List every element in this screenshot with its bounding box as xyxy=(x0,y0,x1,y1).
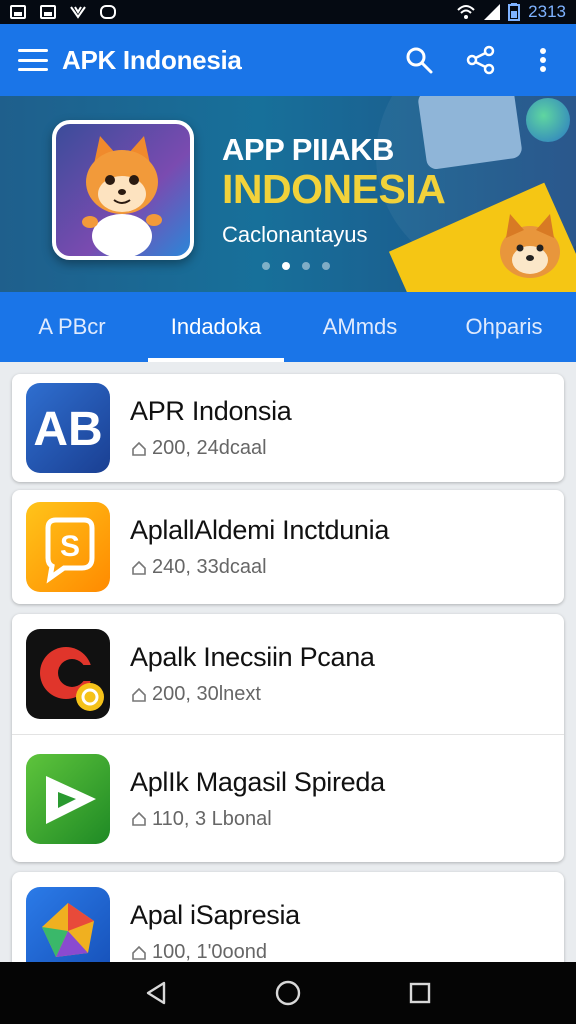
c-app-icon xyxy=(26,629,110,719)
banner-dot[interactable] xyxy=(302,262,310,270)
dog-illustration xyxy=(500,214,560,278)
svg-text:S: S xyxy=(60,530,80,563)
app-name: Apal iSapresia xyxy=(130,900,300,930)
app-meta: 110, 3 Lbonal xyxy=(130,808,385,831)
system-nav-bar xyxy=(0,962,576,1024)
download-count-icon xyxy=(132,560,146,575)
banner-dot[interactable] xyxy=(262,262,270,270)
app-list-item[interactable]: Apalk Inecsiin Pcana 200, 30lnext xyxy=(12,614,564,734)
app-meta: 100, 1'0oond xyxy=(130,941,300,964)
home-button[interactable] xyxy=(270,975,306,1011)
app-meta-text: 240, 33dcaal xyxy=(152,556,267,578)
app-name: APR Indonsia xyxy=(130,396,292,426)
dollar-app-icon: S xyxy=(26,502,110,592)
app-bar-actions xyxy=(404,45,558,75)
recents-icon xyxy=(409,982,431,1004)
app-meta-text: 110, 3 Lbonal xyxy=(152,807,272,830)
status-system-icons: 2313 xyxy=(456,2,566,22)
banner-headline: APP PIIAKB xyxy=(222,132,394,167)
promo-banner[interactable]: APP PIIAKB INDONESIA Caclonantayus xyxy=(0,96,576,292)
app-name: AplIk Magasil Spireda xyxy=(130,766,385,797)
notification-icon xyxy=(70,6,86,19)
tab-indadoka[interactable]: Indadoka xyxy=(144,292,288,362)
category-tabs: A PBcr Indadoka AMmds Ohparis xyxy=(0,292,576,362)
status-time: 2313 xyxy=(528,2,566,21)
back-icon xyxy=(146,981,166,1005)
app-meta-text: 200, 24dcaal xyxy=(152,437,267,459)
app-card: Apalk Inecsiin Pcana 200, 30lnext AplIk … xyxy=(12,614,564,862)
banner-map-illustration xyxy=(417,96,523,171)
app-bar: APK Indonesia xyxy=(0,24,576,96)
download-count-icon xyxy=(132,945,146,960)
banner-highlight: INDONESIA xyxy=(222,166,446,212)
app-name: Apalk Inecsiin Pcana xyxy=(130,642,375,672)
app-list-item[interactable]: AB APR Indonsia 200, 24dcaal xyxy=(12,374,564,482)
app-list-item[interactable]: AplIk Magasil Spireda 110, 3 Lbonal xyxy=(12,734,564,862)
app-card: S AplallAldemi Inctdunia 240, 33dcaal xyxy=(12,490,564,604)
signal-icon xyxy=(484,4,501,20)
banner-pagination xyxy=(262,262,330,270)
app-meta: 200, 24dcaal xyxy=(130,437,292,460)
tab-apbcr[interactable]: A PBcr xyxy=(0,292,144,362)
app-meta-text: 100, 1'0oond xyxy=(152,941,268,963)
ab-app-icon: AB xyxy=(26,383,110,473)
share-button[interactable] xyxy=(466,45,496,75)
app-title: APK Indonesia xyxy=(62,44,242,75)
banner-dot-active[interactable] xyxy=(282,262,290,270)
recents-button[interactable] xyxy=(402,975,438,1011)
app-meta: 240, 33dcaal xyxy=(130,556,389,579)
menu-icon[interactable] xyxy=(18,49,48,71)
globe-icon xyxy=(526,98,570,142)
status-bar: 2313 xyxy=(0,0,576,24)
download-count-icon xyxy=(132,687,146,702)
banner-mascot-image xyxy=(52,120,194,260)
message-icon xyxy=(100,5,116,19)
app-list-item[interactable]: S AplallAldemi Inctdunia 240, 33dcaal xyxy=(12,490,564,604)
fox-mascot-icon xyxy=(82,136,162,256)
svg-text:AB: AB xyxy=(33,403,102,456)
share-icon xyxy=(466,45,495,75)
image-icon xyxy=(10,5,26,19)
app-name: AplallAldemi Inctdunia xyxy=(130,515,390,545)
app-meta-text: 200, 30lnext xyxy=(152,683,261,705)
banner-subtitle: Caclonantayus xyxy=(222,222,368,247)
app-meta: 200, 30lnext xyxy=(130,683,375,706)
home-icon xyxy=(275,980,301,1006)
wifi-icon xyxy=(457,5,475,19)
play-app-icon xyxy=(26,753,110,844)
tab-ammds[interactable]: AMmds xyxy=(288,292,432,362)
back-button[interactable] xyxy=(138,975,174,1011)
search-icon xyxy=(406,47,433,74)
app-card: AB APR Indonsia 200, 24dcaal xyxy=(12,374,564,482)
more-options-button[interactable] xyxy=(528,45,558,75)
search-button[interactable] xyxy=(404,45,434,75)
tab-ohparis[interactable]: Ohparis xyxy=(432,292,576,362)
photo-icon xyxy=(40,5,56,19)
battery-icon xyxy=(508,3,521,21)
banner-dot[interactable] xyxy=(322,262,330,270)
download-count-icon xyxy=(132,441,146,456)
app-list: AB APR Indonsia 200, 24dcaal S AplallAld… xyxy=(12,374,564,1000)
status-notification-icons xyxy=(10,5,116,19)
download-count-icon xyxy=(132,811,146,826)
more-icon xyxy=(540,48,546,72)
